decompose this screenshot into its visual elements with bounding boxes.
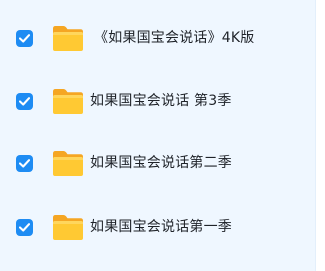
folder-icon xyxy=(52,88,84,115)
file-name: 如果国宝会说话第二季 xyxy=(90,155,232,171)
file-name: 如果国宝会说话 第3季 xyxy=(90,93,232,109)
checkbox-checked[interactable] xyxy=(16,154,33,172)
file-name: 如果国宝会说话第一季 xyxy=(90,219,232,235)
folder-icon xyxy=(52,25,84,52)
checkbox-checked[interactable] xyxy=(16,218,33,236)
file-row-season-1[interactable]: 如果国宝会说话第一季 xyxy=(0,205,315,249)
file-row-season-3[interactable]: 如果国宝会说话 第3季 xyxy=(0,79,315,123)
checkmark-icon xyxy=(19,222,30,232)
file-name: 《如果国宝会说话》4K版 xyxy=(94,30,255,46)
file-row-4k[interactable]: 《如果国宝会说话》4K版 xyxy=(0,16,315,60)
file-row-season-2[interactable]: 如果国宝会说话第二季 xyxy=(0,141,315,185)
checkmark-icon xyxy=(19,33,30,43)
checkbox-checked[interactable] xyxy=(16,92,33,110)
folder-icon xyxy=(52,214,84,241)
checkmark-icon xyxy=(19,96,30,106)
file-list-panel: 《如果国宝会说话》4K版 如果国宝会说话 第3季 如果国宝会说话第二季 如果国宝… xyxy=(0,0,316,271)
folder-icon xyxy=(52,150,84,177)
checkbox-checked[interactable] xyxy=(16,29,33,47)
checkmark-icon xyxy=(19,158,30,168)
